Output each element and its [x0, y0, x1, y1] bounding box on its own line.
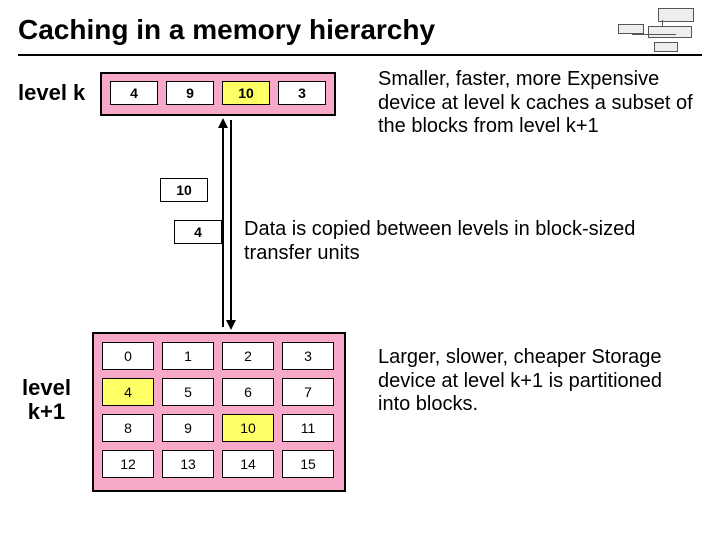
- label-level-k1: level k+1: [22, 376, 71, 424]
- cache-cell: 4: [110, 81, 158, 105]
- diagram-area: level k level k+1 4 9 10 3 10 4 0 1 2 3 …: [0, 56, 720, 526]
- store-cell: 1: [162, 342, 214, 370]
- store-cell: 3: [282, 342, 334, 370]
- cache-cell: 3: [278, 81, 326, 105]
- cache-cell: 9: [166, 81, 214, 105]
- store-cell: 9: [162, 414, 214, 442]
- transfer-block-up: 10: [160, 178, 208, 202]
- store-cell: 2: [222, 342, 274, 370]
- store-cell-highlight: 4: [102, 378, 154, 406]
- store-cell: 11: [282, 414, 334, 442]
- annotation-level-k1: Larger, slower, cheaper Storage device a…: [378, 346, 698, 417]
- store-cell: 15: [282, 450, 334, 478]
- store-level-k1: 0 1 2 3 4 5 6 7 8 9 10 11 12 13 14 15: [92, 332, 346, 492]
- arrow-down-icon: [226, 320, 236, 330]
- store-cell: 8: [102, 414, 154, 442]
- annotation-transfer: Data is copied between levels in block-s…: [244, 218, 684, 265]
- header-computer-icon: [618, 6, 702, 54]
- cache-cell-highlight: 10: [222, 81, 270, 105]
- store-cell: 6: [222, 378, 274, 406]
- annotation-level-k: Smaller, faster, more Expensive device a…: [378, 68, 698, 139]
- store-cell: 0: [102, 342, 154, 370]
- label-level-k: level k: [18, 80, 85, 106]
- cache-level-k: 4 9 10 3: [100, 72, 336, 116]
- store-cell: 7: [282, 378, 334, 406]
- store-cell: 14: [222, 450, 274, 478]
- transfer-block-down: 4: [174, 220, 222, 244]
- store-cell-highlight: 10: [222, 414, 274, 442]
- page-title: Caching in a memory hierarchy: [0, 0, 720, 52]
- store-cell: 5: [162, 378, 214, 406]
- store-cell: 12: [102, 450, 154, 478]
- store-cell: 13: [162, 450, 214, 478]
